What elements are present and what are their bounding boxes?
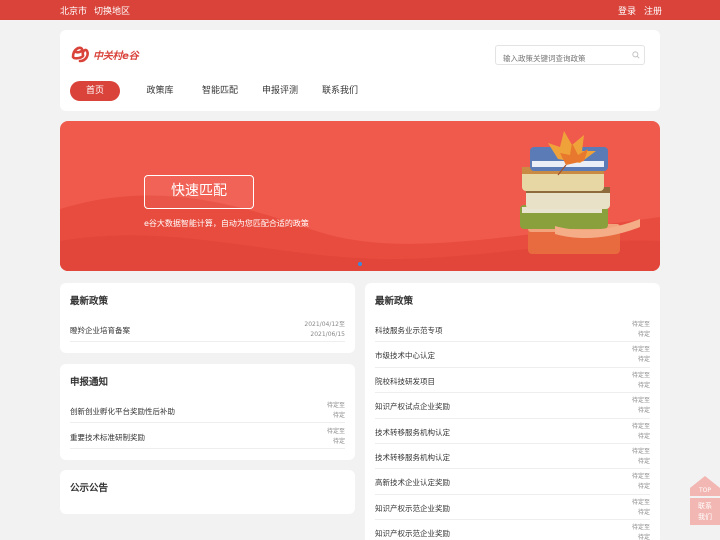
- list-item[interactable]: 科技服务业示范专项 待定至 待定: [375, 317, 650, 343]
- policy-name[interactable]: 科技服务业示范专项: [375, 325, 443, 336]
- policy-date: 待定至 待定: [631, 397, 650, 415]
- notice-name[interactable]: 创新创业孵化平台奖励性后补助: [70, 406, 175, 417]
- list-item[interactable]: 知识产权示范企业奖励 待定至 待定: [375, 495, 650, 521]
- list-item[interactable]: 技术转移服务机构认定 待定至 待定: [375, 444, 650, 470]
- list-item[interactable]: 市级技术中心认定 待定至 待定: [375, 342, 650, 368]
- notice-date: 待定至 待定: [326, 402, 345, 419]
- panel-title: 最新政策: [70, 296, 109, 307]
- list-item[interactable]: 创新创业孵化平台奖励性后补助 待定至 待定: [70, 398, 345, 423]
- public-announcement-panel: 公示公告: [60, 470, 355, 514]
- policy-date: 待定至 待定: [631, 498, 650, 516]
- policy-date: 待定至 待定: [631, 448, 650, 465]
- panel-title: 最新政策: [375, 296, 414, 307]
- application-notice-panel: 申报通知 创新创业孵化平台奖励性后补助 待定至 待定 重要技术标准研制奖励 待定至…: [60, 364, 355, 460]
- nav-contact-us[interactable]: 联系我们: [310, 81, 370, 101]
- carousel-indicator[interactable]: [358, 262, 362, 266]
- login-link[interactable]: 登录: [618, 4, 636, 17]
- contact-us-float-button[interactable]: 联系 我们: [690, 498, 720, 525]
- notice-date: 待定至 待定: [326, 428, 345, 445]
- latest-policy-panel-left: 最新政策 瞪羚企业培育备案 2021/04/12至 2021/06/15: [60, 283, 355, 353]
- policy-name[interactable]: 市级技术中心认定: [375, 350, 435, 361]
- current-city[interactable]: 北京市: [60, 4, 87, 17]
- policy-date: 待定至 待定: [631, 321, 650, 338]
- contact-line2: 我们: [698, 513, 712, 521]
- back-to-top-button[interactable]: TOP: [690, 476, 720, 496]
- register-link[interactable]: 注册: [644, 4, 662, 17]
- policy-name[interactable]: 高新技术企业认定奖励: [375, 477, 450, 488]
- policy-date: 待定至 待定: [631, 346, 650, 364]
- panel-title: 申报通知: [70, 377, 109, 388]
- list-item[interactable]: 重要技术标准研制奖励 待定至 待定: [70, 424, 345, 449]
- policy-date: 待定至 待定: [631, 473, 650, 491]
- policy-name[interactable]: 瞪羚企业培育备案: [70, 325, 130, 336]
- panel-title: 公示公告: [70, 483, 109, 494]
- policy-name[interactable]: 知识产权示范企业奖励: [375, 528, 450, 539]
- nav-policy-library[interactable]: 政策库: [130, 81, 190, 101]
- header-card: 中关村e谷 首页 政策库 智能匹配 申报评测 联系我们: [60, 30, 660, 111]
- switch-region-link[interactable]: 切换地区: [94, 4, 130, 17]
- policy-name[interactable]: 知识产权示范企业奖励: [375, 503, 450, 514]
- list-item[interactable]: 院校科技研发项目 待定至 待定: [375, 368, 650, 394]
- nav-apply-evaluation[interactable]: 申报评测: [250, 81, 310, 101]
- policy-date: 待定至 待定: [631, 524, 650, 540]
- policy-name[interactable]: 技术转移服务机构认定: [375, 452, 450, 463]
- logo-mark-icon: [71, 46, 89, 63]
- nav-home[interactable]: 首页: [70, 81, 120, 101]
- contact-line1: 联系: [698, 502, 712, 510]
- search-icon[interactable]: [632, 51, 640, 59]
- list-item[interactable]: 瞪羚企业培育备案 2021/04/12至 2021/06/15: [70, 317, 345, 342]
- latest-policy-panel-right: 最新政策 科技服务业示范专项 待定至 待定 市级技术中心认定 待定至 待定 院校科技…: [365, 283, 660, 540]
- policy-name[interactable]: 知识产权试点企业奖励: [375, 401, 450, 412]
- list-item[interactable]: 技术转移服务机构认定 待定至 待定: [375, 419, 650, 444]
- hero-banner: 快速匹配 e谷大数据智能计算，自动为您匹配合适的政策: [60, 121, 660, 271]
- list-item[interactable]: 知识产权试点企业奖励 待定至 待定: [375, 393, 650, 419]
- search-box[interactable]: [495, 45, 645, 68]
- site-logo[interactable]: 中关村e谷: [70, 43, 139, 65]
- policy-name[interactable]: 院校科技研发项目: [375, 376, 435, 387]
- list-item[interactable]: 高新技术企业认定奖励 待定至 待定: [375, 469, 650, 495]
- policy-name[interactable]: 技术转移服务机构认定: [375, 427, 450, 438]
- search-input[interactable]: [496, 49, 624, 68]
- main-nav: 首页 政策库 智能匹配 申报评测 联系我们: [70, 81, 370, 101]
- nav-smart-match[interactable]: 智能匹配: [190, 81, 250, 101]
- policy-date: 待定至 待定: [631, 371, 650, 389]
- policy-date: 待定至 待定: [631, 422, 650, 440]
- banner-description: e谷大数据智能计算，自动为您匹配合适的政策: [144, 219, 309, 228]
- quick-match-button[interactable]: 快速匹配: [144, 175, 254, 209]
- list-item[interactable]: 知识产权示范企业奖励 待定至 待定: [375, 520, 650, 540]
- policy-date: 2021/04/12至 2021/06/15: [304, 321, 345, 338]
- top-bar: 北京市 切换地区 登录 注册: [0, 0, 720, 20]
- notice-name[interactable]: 重要技术标准研制奖励: [70, 432, 145, 443]
- top-label: TOP: [698, 487, 711, 494]
- books-illustration: [520, 131, 640, 254]
- logo-text: 中关村e谷: [93, 50, 139, 62]
